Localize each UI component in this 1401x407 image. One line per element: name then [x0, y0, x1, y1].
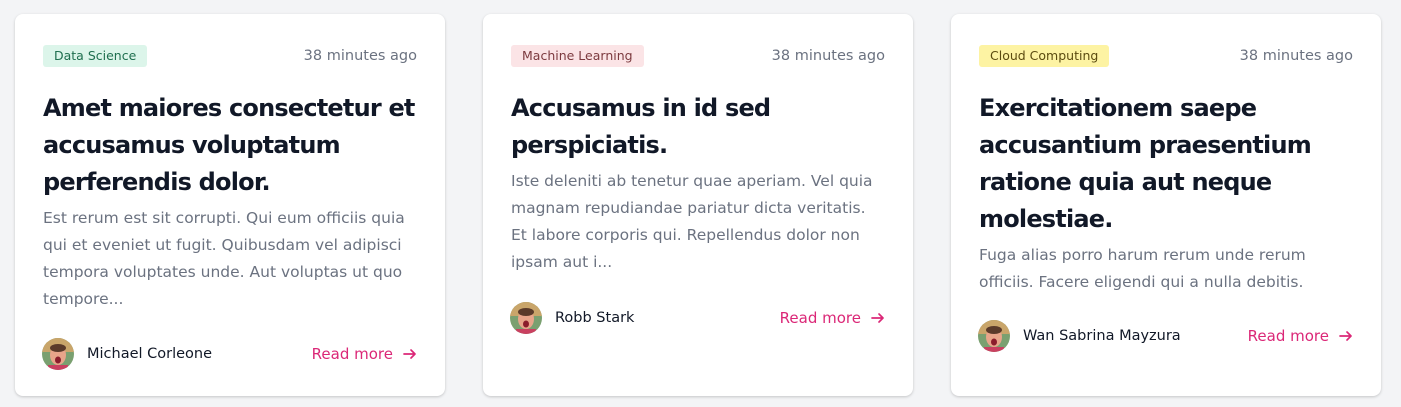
author-name: Robb Stark: [555, 310, 635, 326]
card-meta: Data Science 38 minutes ago: [43, 44, 417, 68]
author-name: Wan Sabrina Mayzura: [1023, 328, 1181, 344]
category-badge[interactable]: Data Science: [43, 45, 148, 67]
article-title[interactable]: Exercitationem saepe accusantium praesen…: [979, 90, 1353, 238]
article-card[interactable]: Cloud Computing 38 minutes ago Exercitat…: [951, 14, 1381, 396]
read-more-link[interactable]: Read more: [1248, 327, 1354, 345]
card-footer: Michael Corleone Read more: [42, 338, 418, 370]
category-badge[interactable]: Cloud Computing: [979, 45, 1110, 67]
category-badge[interactable]: Machine Learning: [511, 45, 644, 67]
arrow-right-icon: [871, 313, 884, 323]
timestamp: 38 minutes ago: [771, 48, 885, 64]
article-card[interactable]: Data Science 38 minutes ago Amet maiores…: [15, 14, 445, 396]
article-title[interactable]: Accusamus in id sed perspiciatis.: [511, 90, 885, 164]
article-card[interactable]: Machine Learning 38 minutes ago Accusamu…: [483, 14, 913, 396]
arrow-right-icon: [403, 349, 416, 359]
read-more-label: Read more: [1247, 327, 1329, 345]
author[interactable]: Robb Stark: [510, 302, 634, 334]
article-excerpt: Fuga alias porro harum rerum unde rerum …: [979, 246, 1306, 291]
user-avatar-icon[interactable]: [510, 302, 542, 334]
author[interactable]: Michael Corleone: [42, 338, 212, 370]
timestamp: 38 minutes ago: [303, 48, 417, 64]
arrow-right-icon: [1339, 331, 1352, 341]
read-more-link[interactable]: Read more: [780, 309, 886, 327]
read-more-label: Read more: [779, 309, 861, 327]
card-meta: Cloud Computing 38 minutes ago: [979, 44, 1353, 68]
article-title[interactable]: Amet maiores consectetur et accusamus vo…: [43, 90, 417, 201]
user-avatar-icon[interactable]: [42, 338, 74, 370]
article-excerpt: Est rerum est sit corrupti. Qui eum offi…: [43, 209, 405, 308]
read-more-label: Read more: [311, 345, 393, 363]
author[interactable]: Wan Sabrina Mayzura: [978, 320, 1181, 352]
card-footer: Robb Stark Read more: [510, 302, 886, 334]
author-name: Michael Corleone: [87, 346, 213, 362]
card-footer: Wan Sabrina Mayzura Read more: [978, 320, 1354, 352]
card-meta: Machine Learning 38 minutes ago: [511, 44, 885, 68]
read-more-link[interactable]: Read more: [312, 345, 418, 363]
article-excerpt: Iste deleniti ab tenetur quae aperiam. V…: [511, 172, 873, 271]
timestamp: 38 minutes ago: [1239, 48, 1353, 64]
user-avatar-icon[interactable]: [978, 320, 1010, 352]
